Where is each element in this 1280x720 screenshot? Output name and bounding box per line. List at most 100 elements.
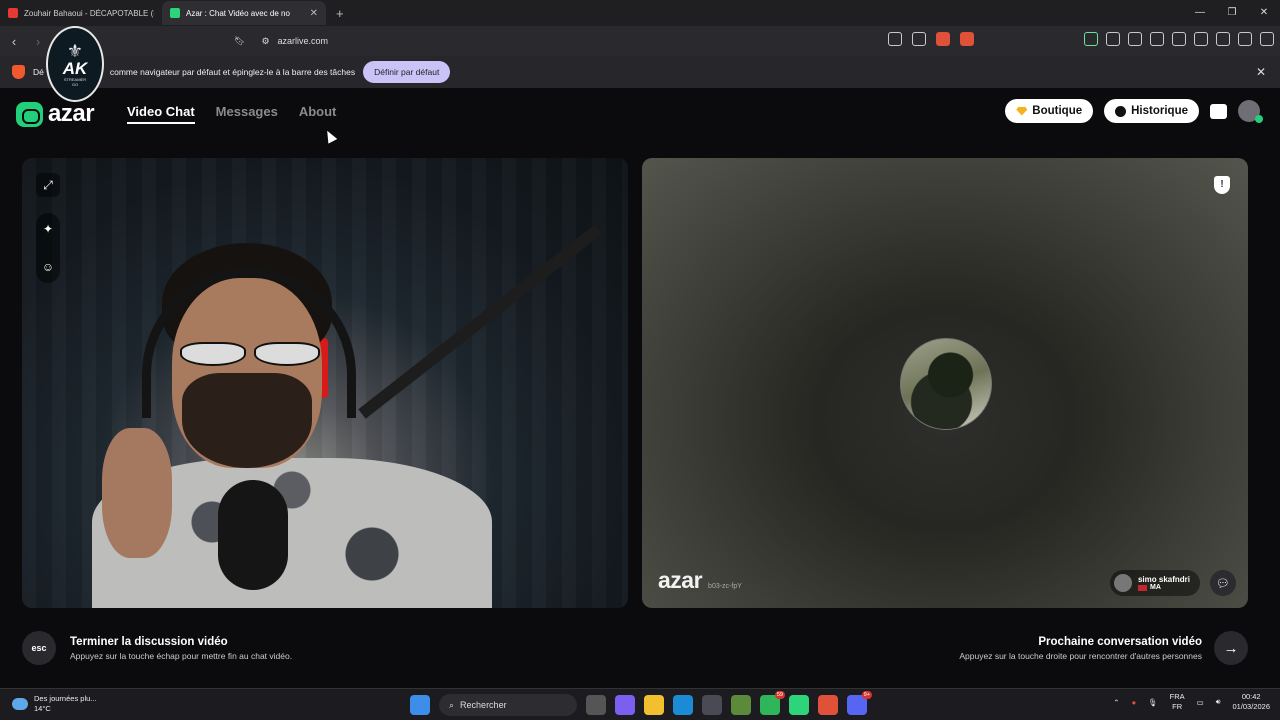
default-browser-infobar: Dé comme navigateur par défaut et épingl…: [0, 56, 1280, 88]
azar-app-icon[interactable]: [789, 695, 809, 715]
screenshot-icon[interactable]: [1128, 32, 1142, 46]
forward-icon[interactable]: ›: [28, 34, 48, 49]
set-default-button[interactable]: Définir par défaut: [363, 61, 451, 83]
minimize-icon[interactable]: —: [1184, 0, 1216, 26]
back-icon[interactable]: ‹: [4, 34, 24, 49]
sticker-icon[interactable]: ☺: [36, 255, 60, 279]
weather-text: Des journées plu...: [34, 694, 97, 703]
brave-icon[interactable]: [818, 695, 838, 715]
browser-tab-youtube[interactable]: Zouhair Bahaoui - DÉCAPOTABLE (EX: [0, 1, 162, 25]
inbox-icon[interactable]: [1210, 103, 1227, 119]
next-chat-title: Prochaine conversation vidéo: [1038, 635, 1202, 648]
boutique-button[interactable]: Boutique: [1005, 99, 1094, 123]
puzzle-icon[interactable]: [1106, 32, 1120, 46]
taskbar-search[interactable]: ⌕ Rechercher: [439, 694, 577, 716]
clock-icon: [1115, 105, 1127, 117]
microphone-icon[interactable]: 🎙︎: [1148, 698, 1158, 707]
nav-messages[interactable]: Messages: [216, 104, 278, 124]
self-video-panel: ⤢ ✦ ☺: [22, 158, 628, 608]
close-window-icon[interactable]: ✕: [1248, 0, 1280, 26]
eagle-icon: ⚜: [66, 40, 84, 61]
esc-key-button[interactable]: esc: [22, 631, 56, 665]
brave-rewards-icon[interactable]: [960, 32, 974, 46]
close-tab-icon[interactable]: ✕: [310, 8, 318, 19]
temperature: 14°C: [34, 704, 51, 713]
azar-favicon-icon: [170, 8, 180, 18]
end-chat-title: Terminer la discussion vidéo: [70, 635, 228, 648]
boutique-label: Boutique: [1032, 105, 1083, 117]
edge-icon[interactable]: [673, 695, 693, 715]
whatsapp-icon[interactable]: 59: [760, 691, 785, 715]
volume-icon[interactable]: 🔊︎: [1216, 697, 1221, 707]
arrow-right-icon[interactable]: →: [1214, 631, 1248, 665]
effects-group: ✦ ☺: [36, 213, 60, 283]
discord-badge: 9+: [861, 691, 872, 699]
chat-bubble-button[interactable]: 💬︎: [1210, 570, 1236, 596]
overlay-logo-text: AK: [62, 58, 88, 78]
partner-avatar: [1113, 574, 1132, 592]
language-indicator[interactable]: FRA FR: [1170, 692, 1185, 712]
nav-video-chat[interactable]: Video Chat: [127, 104, 195, 124]
music-icon[interactable]: [1150, 32, 1164, 46]
expand-icon[interactable]: ⤢: [36, 173, 60, 197]
file-explorer-icon[interactable]: [644, 695, 664, 715]
gem-icon: [1016, 106, 1028, 116]
history-button[interactable]: Historique: [1104, 99, 1199, 123]
discord-icon[interactable]: 9+: [847, 691, 872, 715]
nav-about[interactable]: About: [299, 104, 337, 124]
brand-name: azar: [48, 100, 95, 127]
sidebar-icon[interactable]: [1172, 32, 1186, 46]
partner-name: simo skafndri: [1137, 575, 1190, 584]
main-nav: Video Chat Messages About: [127, 104, 336, 124]
report-shield-icon[interactable]: !: [1214, 176, 1230, 194]
restore-icon[interactable]: ❐: [1216, 0, 1248, 26]
profile-avatar[interactable]: [1238, 100, 1263, 123]
partner-profile-picture: [900, 338, 992, 430]
network-icon[interactable]: ▭: [1197, 698, 1204, 707]
wallet-icon[interactable]: [1194, 32, 1208, 46]
close-infobar-icon[interactable]: ✕: [1256, 65, 1266, 79]
overlay-logo-subtext-2: GO: [71, 81, 79, 87]
share-icon[interactable]: [912, 32, 926, 46]
language-2: FR: [1172, 702, 1183, 711]
language-1: FRA: [1169, 692, 1185, 701]
watermark-text: azar: [658, 567, 703, 593]
infobar-text-prefix: Dé: [33, 67, 44, 77]
end-chat-control[interactable]: esc Terminer la discussion vidéo Appuyez…: [22, 631, 292, 665]
cast-icon[interactable]: [888, 32, 902, 46]
brave-shields-icon[interactable]: [936, 32, 950, 46]
taskbar-apps: ⌕ Rechercher 59 9+: [410, 691, 872, 716]
clock[interactable]: 00:42 01/03/2026: [1232, 692, 1270, 712]
copilot-icon[interactable]: [615, 695, 635, 715]
streamer-logo-overlay: ⚜ AK STREAMER GO: [46, 26, 104, 102]
new-tab-icon[interactable]: +: [336, 6, 344, 21]
store-icon[interactable]: [702, 695, 722, 715]
rain-cloud-icon: [12, 698, 28, 710]
next-chat-control[interactable]: Prochaine conversation vidéo Appuyez sur…: [959, 631, 1248, 665]
url-text: azarlive.com: [277, 36, 329, 46]
end-chat-subtitle: Appuyez sur la touche échap pour mettre …: [70, 650, 293, 661]
app-icon[interactable]: [731, 695, 751, 715]
chevron-up-icon[interactable]: ⌃: [1113, 698, 1119, 707]
azar-page: azar Video Chat Messages About Boutique …: [0, 88, 1280, 688]
weather-widget[interactable]: Des journées plu... 14°C: [12, 694, 97, 714]
vpn-icon[interactable]: [1238, 32, 1252, 46]
bookmark-icon[interactable]: 🔖︎: [234, 36, 245, 47]
whatsapp-badge: 59: [774, 691, 785, 699]
youtube-favicon-icon: [8, 8, 18, 18]
browser-tab-azar[interactable]: Azar : Chat Vidéo avec de no ✕: [162, 1, 326, 25]
extension-icon[interactable]: [1084, 32, 1098, 46]
task-view-icon[interactable]: [586, 695, 606, 715]
leo-ai-icon[interactable]: [1216, 32, 1230, 46]
history-label: Historique: [1131, 105, 1188, 117]
tray-app-icon[interactable]: ●: [1132, 698, 1137, 707]
site-info-icon[interactable]: ⚙: [261, 36, 269, 47]
menu-icon[interactable]: [1260, 32, 1274, 46]
partner-tag[interactable]: simo skafndri MA: [1109, 570, 1200, 596]
url-field[interactable]: 🔖︎ ⚙ azarlive.com: [234, 30, 329, 52]
windows-start-icon[interactable]: [410, 695, 430, 715]
azar-logo[interactable]: azar: [16, 100, 95, 128]
tab-title: Azar : Chat Vidéo avec de no: [186, 8, 290, 18]
magic-wand-icon[interactable]: ✦: [36, 217, 60, 241]
azar-chat-bubble-icon: [16, 101, 43, 127]
